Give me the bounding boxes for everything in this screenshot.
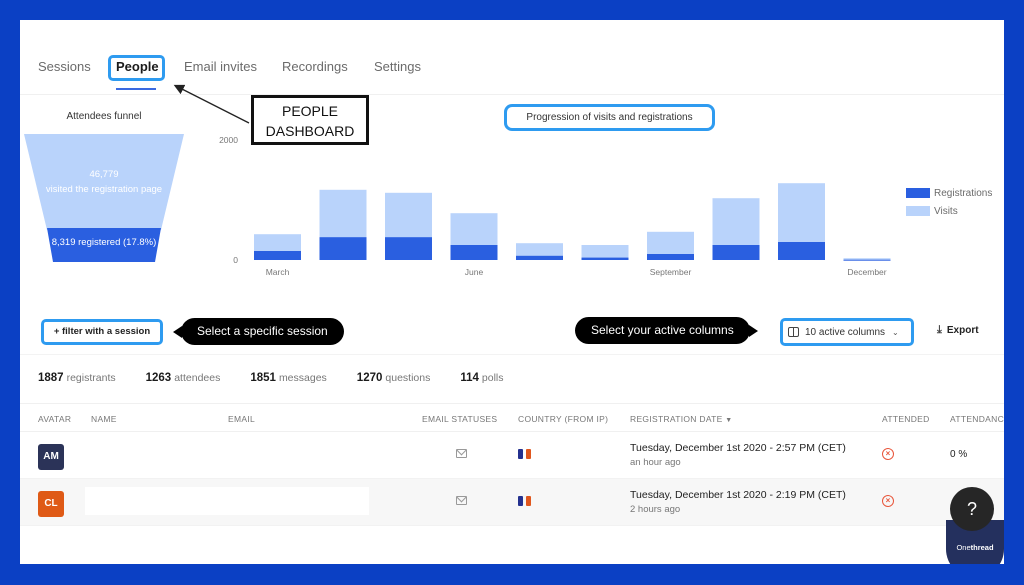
col-email-statuses[interactable]: EMAIL STATUSES (422, 414, 497, 424)
export-button[interactable]: ⤓ Export (937, 324, 979, 337)
funnel-visited-label: visited the registration page (45, 184, 163, 195)
redacted-name-email (85, 487, 369, 515)
table-header: AVATAR NAME EMAIL EMAIL STATUSES COUNTRY… (20, 403, 1004, 432)
bar-registrations-august (581, 257, 629, 260)
mail-icon (456, 449, 467, 458)
bar-registrations-april (319, 237, 367, 260)
y-tick-label: 0 (233, 255, 238, 265)
bar-registrations-may (385, 237, 432, 260)
registration-date: Tuesday, December 1st 2020 - 2:57 PM (CE… (630, 442, 846, 454)
col-registration-date-label: REGISTRATION DATE (630, 414, 723, 424)
bar-registrations-june (450, 245, 498, 260)
stat-label: polls (481, 372, 504, 384)
stat-label: attendees (174, 372, 221, 384)
columns-tooltip: Select your active columns (575, 317, 758, 344)
chevron-down-icon: ⌄ (892, 327, 899, 337)
stats-bar: 1887 registrants 1263 attendees 1851 messag… (38, 372, 534, 384)
bar-registrations-december (843, 259, 891, 261)
help-button[interactable]: ? (950, 487, 994, 531)
y-tick-label: 2000 (219, 135, 238, 145)
tab-sessions[interactable]: Sessions (38, 59, 91, 74)
logo-suffix: thread (970, 543, 994, 552)
sort-desc-icon: ▼ (725, 417, 733, 424)
active-columns-label: 10 active columns (805, 326, 886, 338)
funnel-visited-count: 46,779 (89, 169, 119, 180)
avatar: CL (38, 491, 64, 517)
legend-label-visits: Visits (934, 205, 958, 217)
legend-item-visits: Visits (906, 202, 992, 220)
stat-value: 1270 (356, 372, 383, 384)
registration-date: Tuesday, December 1st 2020 - 2:19 PM (CE… (630, 489, 846, 501)
stat-value: 114 (460, 372, 479, 384)
not-attended-icon: × (882, 495, 894, 507)
col-avatar[interactable]: AVATAR (38, 414, 71, 424)
mail-icon (456, 496, 467, 505)
col-name[interactable]: NAME (91, 414, 117, 424)
legend-swatch-registrations (906, 188, 930, 198)
funnel-visited-text: 46,779 visited the registration page (23, 167, 185, 197)
legend-swatch-visits (906, 206, 930, 216)
attendance-rate: 0 % (950, 449, 968, 460)
callout-line-1: PEOPLE (281, 103, 339, 119)
col-attended[interactable]: ATTENDED (882, 414, 930, 424)
stat-registrants: 1887 registrants (38, 372, 116, 384)
filter-tooltip: Select a specific session (173, 318, 344, 345)
active-tab-underline (116, 88, 156, 90)
france-flag-icon (518, 449, 531, 459)
filter-session-button[interactable]: + filter with a session (41, 319, 163, 345)
stat-label: questions (385, 372, 431, 384)
col-attendance[interactable]: ATTENDANCE (950, 414, 1004, 424)
active-columns-dropdown[interactable]: 10 active columns ⌄ (780, 318, 914, 346)
bar-registrations-november (778, 242, 825, 260)
stat-label: registrants (66, 372, 116, 384)
logo-prefix: One (956, 543, 971, 552)
col-registration-date[interactable]: REGISTRATION DATE ▼ (630, 414, 733, 424)
stat-polls: 114 polls (460, 372, 503, 384)
stat-attendees: 1263 attendees (146, 372, 221, 384)
visits-registrations-chart: 2000 0 March June September December (219, 135, 891, 277)
registration-relative-time: an hour ago (630, 457, 681, 468)
x-tick-label: June (465, 267, 484, 277)
bar-registrations-october (712, 245, 760, 260)
people-tab-highlight (108, 55, 165, 81)
funnel-title: Attendees funnel (66, 111, 142, 122)
bar-registrations-march (254, 251, 301, 260)
legend-label-registrations: Registrations (934, 187, 993, 199)
app-frame: Sessions People Email invites Recordings… (20, 20, 1004, 564)
registration-relative-time: 2 hours ago (630, 504, 681, 515)
columns-icon (788, 327, 799, 337)
funnel-registered-text: 8,319 registered (17.8%) (51, 237, 157, 248)
bar-registrations-september (647, 254, 694, 260)
stat-value: 1887 (38, 372, 64, 384)
stat-value: 1851 (250, 372, 276, 384)
tab-bar: Sessions People Email invites Recordings… (20, 20, 1004, 95)
tab-recordings[interactable]: Recordings (282, 59, 348, 74)
people-table: AVATAR NAME EMAIL EMAIL STATUSES COUNTRY… (20, 403, 1004, 526)
x-tick-label: March (266, 267, 290, 277)
table-row[interactable]: CL Tuesday, December 1st 2020 - 2:19 PM … (20, 479, 1004, 526)
x-tick-label: December (847, 267, 886, 277)
stat-value: 1263 (145, 372, 172, 384)
col-email[interactable]: EMAIL (228, 414, 255, 424)
stat-label: messages (278, 372, 327, 384)
avatar: AM (38, 444, 64, 470)
chart-legend: Registrations Visits (906, 184, 992, 220)
col-country[interactable]: COUNTRY (FROM IP) (518, 414, 608, 424)
stat-messages: 1851 messages (250, 372, 326, 384)
bar-registrations-july (516, 255, 563, 260)
tab-settings[interactable]: Settings (374, 59, 421, 74)
not-attended-icon: × (882, 448, 894, 460)
x-tick-label: September (650, 267, 692, 277)
stat-questions: 1270 questions (357, 372, 431, 384)
export-label: Export (946, 325, 979, 336)
divider (20, 354, 1004, 355)
table-row[interactable]: AM Tuesday, December 1st 2020 - 2:57 PM … (20, 432, 1004, 479)
tab-email-invites[interactable]: Email invites (184, 59, 257, 74)
download-icon: ⤓ (937, 324, 942, 336)
france-flag-icon (518, 496, 531, 506)
legend-item-registrations: Registrations (906, 184, 992, 202)
